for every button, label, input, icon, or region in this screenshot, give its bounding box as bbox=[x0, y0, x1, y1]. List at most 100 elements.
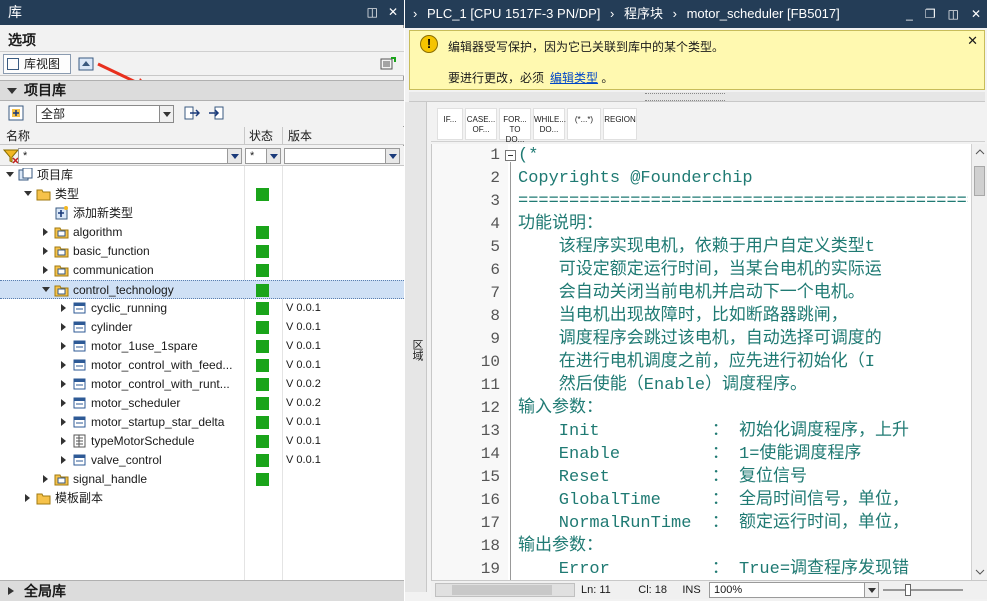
close-icon[interactable]: ✕ bbox=[388, 0, 398, 25]
collapse-triangle-icon[interactable] bbox=[24, 191, 32, 196]
toolbar-button-5[interactable]: REGION bbox=[603, 108, 637, 140]
close-icon[interactable]: ✕ bbox=[971, 0, 981, 28]
filter-select[interactable]: 全部 bbox=[36, 105, 174, 123]
code-line[interactable]: 4 功能说明： bbox=[432, 213, 987, 236]
tree-row[interactable]: motor_control_with_feed... V 0.0.1 bbox=[0, 356, 404, 375]
code-line[interactable]: 5 该程序实现电机，依赖于用户自定义类型t bbox=[432, 236, 987, 259]
code-line[interactable]: 19 Error ： True=调查程序发现错 bbox=[432, 558, 987, 581]
tree-row[interactable]: basic_function bbox=[0, 242, 404, 261]
tree-row[interactable]: motor_startup_star_delta V 0.0.1 bbox=[0, 413, 404, 432]
expand-triangle-icon[interactable] bbox=[43, 475, 48, 483]
code-line[interactable]: 14 Enable ： 1=使能调度程序 bbox=[432, 443, 987, 466]
status-filter-input[interactable]: * bbox=[245, 148, 281, 164]
column-version[interactable]: 版本 bbox=[288, 127, 312, 145]
code-line[interactable]: 3 =======================================… bbox=[432, 190, 987, 213]
tree-row[interactable]: 模板副本 bbox=[0, 489, 404, 508]
scroll-down-icon[interactable] bbox=[972, 564, 987, 580]
pin-icon[interactable]: ◫ bbox=[367, 0, 378, 25]
code-line[interactable]: 7 会自动关闭当前电机并启动下一个电机。 bbox=[432, 282, 987, 305]
toolbar-button-2[interactable]: FOR... TO DO... bbox=[499, 108, 531, 144]
breadcrumb-plc[interactable]: PLC_1 [CPU 1517F-3 PN/DP] bbox=[427, 6, 600, 21]
code-line[interactable]: 13 Init ： 初始化调度程序，上升 bbox=[432, 420, 987, 443]
collapse-triangle-icon[interactable] bbox=[42, 287, 50, 292]
code-line[interactable]: 1 (* bbox=[432, 144, 987, 167]
scrollbar-thumb[interactable] bbox=[974, 166, 985, 196]
code-editor[interactable]: 1 (* 2 Copyrights @Founderchip 3 ============… bbox=[431, 144, 987, 580]
toolbar-button-3[interactable]: WHILE... DO... bbox=[533, 108, 566, 140]
code-line[interactable]: 10 在进行电机调度之前，应先进行初始化（I bbox=[432, 351, 987, 374]
tree-row[interactable]: 添加新类型 bbox=[0, 204, 404, 223]
global-library-header[interactable]: 全局库 bbox=[0, 580, 404, 601]
add-type-icon[interactable] bbox=[8, 105, 24, 121]
code-line[interactable]: 11 然后使能（Enable）调度程序。 bbox=[432, 374, 987, 397]
import-icon[interactable] bbox=[208, 105, 224, 121]
breadcrumb-block[interactable]: motor_scheduler [FB5017] bbox=[687, 6, 840, 21]
expand-triangle-icon[interactable] bbox=[61, 437, 66, 445]
code-line[interactable]: 16 GlobalTime ： 全局时间信号，单位， bbox=[432, 489, 987, 512]
collapse-triangle-icon[interactable] bbox=[6, 172, 14, 177]
export-icon[interactable] bbox=[184, 105, 200, 121]
breadcrumb-program-blocks[interactable]: 程序块 bbox=[624, 6, 663, 21]
code-line[interactable]: 2 Copyrights @Founderchip bbox=[432, 167, 987, 190]
expand-triangle-icon[interactable] bbox=[61, 304, 66, 312]
expand-triangle-icon[interactable] bbox=[61, 361, 66, 369]
tree-row[interactable]: 类型 bbox=[0, 185, 404, 204]
minimize-icon[interactable]: _ bbox=[906, 0, 913, 28]
code-line[interactable]: 15 Reset ： 复位信号 bbox=[432, 466, 987, 489]
project-library-header[interactable]: 项目库 bbox=[0, 80, 404, 101]
expand-triangle-icon[interactable] bbox=[61, 418, 66, 426]
horizontal-scrollbar-thumb[interactable] bbox=[452, 585, 552, 595]
tree-row[interactable]: typeMotorSchedule V 0.0.1 bbox=[0, 432, 404, 451]
expand-triangle-icon[interactable] bbox=[61, 323, 66, 331]
region-sidebar[interactable]: 区域 bbox=[405, 102, 427, 592]
column-name[interactable]: 名称 bbox=[6, 127, 30, 145]
expand-triangle-icon[interactable] bbox=[43, 228, 48, 236]
expand-triangle-icon[interactable] bbox=[43, 266, 48, 274]
vertical-scrollbar[interactable] bbox=[971, 144, 987, 580]
close-warning-icon[interactable]: ✕ bbox=[967, 33, 978, 49]
open-library-icon[interactable] bbox=[78, 56, 94, 72]
expand-triangle-icon[interactable] bbox=[61, 399, 66, 407]
zoom-select[interactable]: 100% bbox=[709, 582, 879, 598]
tree-row[interactable]: valve_control V 0.0.1 bbox=[0, 451, 404, 470]
code-line[interactable]: 17 NormalRunTime ： 额定运行时间，单位， bbox=[432, 512, 987, 535]
toolbar-button-0[interactable]: IF... bbox=[437, 108, 463, 140]
horizontal-scrollbar[interactable] bbox=[435, 583, 575, 597]
code-line[interactable]: 6 可设定额定运行时间，当某台电机的实际运 bbox=[432, 259, 987, 282]
tree-row[interactable]: 项目库 bbox=[0, 166, 404, 185]
toolbar-button-1[interactable]: CASE... OF... bbox=[465, 108, 497, 140]
tree-row[interactable]: communication bbox=[0, 261, 404, 280]
scroll-up-icon[interactable] bbox=[972, 144, 987, 160]
filter-icon[interactable] bbox=[3, 148, 19, 164]
zoom-slider[interactable] bbox=[883, 584, 963, 596]
tree-row[interactable]: algorithm bbox=[0, 223, 404, 242]
toolbar-button-4[interactable]: (*...*) bbox=[567, 108, 601, 140]
interface-splitter[interactable] bbox=[409, 92, 985, 102]
code-line[interactable]: 8 当电机出现故障时，比如断路器跳闸， bbox=[432, 305, 987, 328]
tree-row[interactable]: signal_handle bbox=[0, 470, 404, 489]
edit-type-link[interactable]: 编辑类型 bbox=[550, 71, 598, 85]
tree-row[interactable]: motor_scheduler V 0.0.2 bbox=[0, 394, 404, 413]
restore-icon[interactable]: ❐ bbox=[925, 0, 936, 28]
code-line[interactable]: 12 输入参数： bbox=[432, 397, 987, 420]
tree-row[interactable]: motor_1use_1spare V 0.0.1 bbox=[0, 337, 404, 356]
version-filter-input[interactable] bbox=[284, 148, 400, 164]
tree-row[interactable]: cylinder V 0.0.1 bbox=[0, 318, 404, 337]
expand-triangle-icon[interactable] bbox=[61, 342, 66, 350]
library-settings-icon[interactable] bbox=[380, 56, 396, 72]
float-icon[interactable]: ◫ bbox=[948, 0, 959, 28]
zoom-slider-knob[interactable] bbox=[905, 584, 911, 596]
tree-row[interactable]: motor_control_with_runt... V 0.0.2 bbox=[0, 375, 404, 394]
name-filter-input[interactable]: * bbox=[18, 148, 242, 164]
expand-triangle-icon[interactable] bbox=[61, 456, 66, 464]
library-view-button[interactable]: 库视图 bbox=[3, 54, 71, 74]
code-line[interactable]: 18 输出参数： bbox=[432, 535, 987, 558]
code-line[interactable]: 9 调度程序会跳过该电机，自动选择可调度的 bbox=[432, 328, 987, 351]
function-block-icon bbox=[72, 453, 87, 467]
column-status[interactable]: 状态 bbox=[249, 127, 273, 145]
expand-triangle-icon[interactable] bbox=[43, 247, 48, 255]
tree-row[interactable]: control_technology bbox=[0, 280, 404, 299]
expand-triangle-icon[interactable] bbox=[25, 494, 30, 502]
expand-triangle-icon[interactable] bbox=[61, 380, 66, 388]
tree-row[interactable]: cyclic_running V 0.0.1 bbox=[0, 299, 404, 318]
